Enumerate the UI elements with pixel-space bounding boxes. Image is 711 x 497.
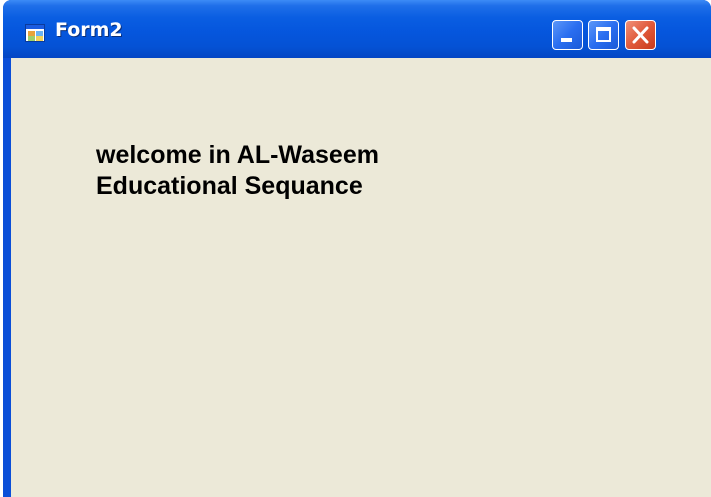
minimize-icon: [561, 38, 572, 42]
form-icon[interactable]: [25, 24, 45, 42]
close-button[interactable]: [625, 20, 656, 50]
maximize-button[interactable]: [588, 20, 619, 50]
screenshot-canvas: Form2 welcome in AL-Waseem Educational S…: [0, 0, 711, 497]
form-client-area: welcome in AL-Waseem Educational Sequanc…: [11, 58, 711, 497]
minimize-button[interactable]: [552, 20, 583, 50]
maximize-icon: [596, 27, 611, 42]
window-title: Form2: [55, 19, 123, 41]
close-icon: [632, 26, 649, 44]
welcome-label: welcome in AL-Waseem Educational Sequanc…: [96, 140, 566, 202]
welcome-line-1: welcome in AL-Waseem: [96, 141, 379, 169]
form2-window: Form2 welcome in AL-Waseem Educational S…: [3, 0, 711, 497]
title-bar[interactable]: Form2: [3, 0, 711, 58]
welcome-line-2: Educational Sequance: [96, 172, 363, 200]
